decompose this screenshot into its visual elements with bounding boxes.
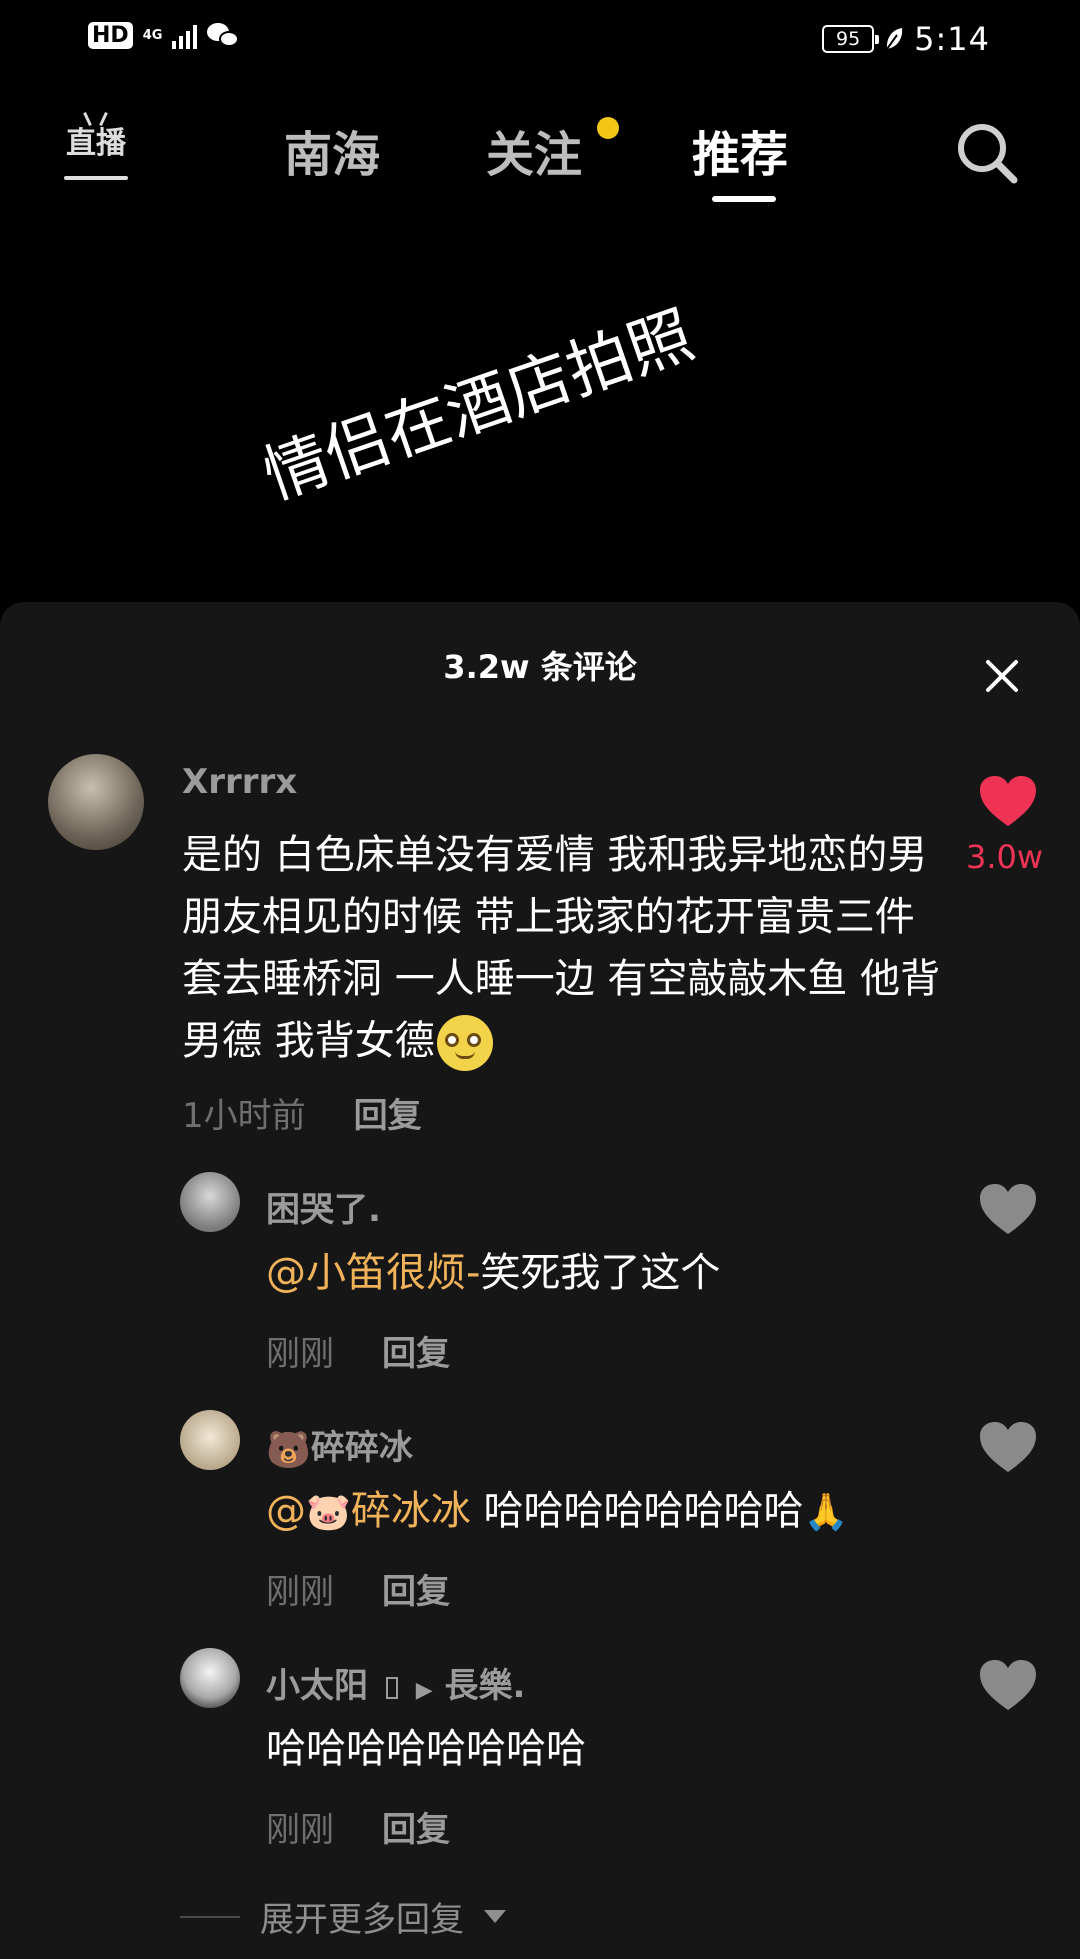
status-left: HD 4G — [88, 22, 241, 49]
avatar[interactable] — [180, 1648, 240, 1708]
comment-meta: 1小时前 回复 — [182, 1088, 422, 1137]
leaf-icon — [886, 28, 903, 50]
bear-emoji: 🐻 — [266, 1429, 311, 1471]
top-nav: 直播 南海 关注 推荐 — [0, 100, 1080, 210]
comment-username[interactable]: Xrrrrx — [182, 762, 297, 802]
reply-time: 刚刚 — [266, 1334, 334, 1374]
comment-text: 是的 白色床单没有爱情 我和我异地恋的男朋友相见的时候 带上我家的花开富贵三件套… — [182, 824, 942, 1072]
expand-label: 展开更多回复 — [260, 1900, 464, 1940]
mention-link[interactable]: @🐷碎冰冰 — [266, 1488, 471, 1534]
reply-username[interactable]: 小太阳 ▶ 長樂. — [266, 1658, 525, 1707]
comment-text-content: 是的 白色床单没有爱情 我和我异地恋的男朋友相见的时候 带上我家的花开富贵三件套… — [182, 832, 941, 1064]
tab-following[interactable]: 关注 — [486, 115, 582, 185]
battery-level: 95 — [836, 28, 861, 50]
avatar[interactable] — [180, 1410, 240, 1470]
reply-username-text: 碎碎冰 — [310, 1428, 413, 1468]
reply-button[interactable]: 回复 — [382, 1334, 450, 1374]
comment-time: 1小时前 — [182, 1096, 306, 1136]
active-tab-indicator — [712, 196, 776, 202]
close-icon[interactable] — [980, 654, 1024, 698]
avatar[interactable] — [48, 754, 144, 850]
reply-text: @🐷碎冰冰 哈哈哈哈哈哈哈哈🙏 — [266, 1480, 848, 1544]
heart-icon[interactable] — [978, 774, 1038, 828]
status-right: 95 5:14 — [822, 20, 990, 58]
unknown-glyph-icon — [385, 1676, 398, 1699]
reply-to-username[interactable]: 長樂. — [444, 1666, 525, 1706]
reply-text: 哈哈哈哈哈哈哈哈 — [266, 1726, 586, 1772]
reply-meta: 刚刚 回复 — [266, 1564, 450, 1613]
mention-link[interactable]: @小笛很烦- — [266, 1250, 480, 1296]
reply-text-content: 哈哈哈哈哈哈哈哈 — [483, 1488, 804, 1534]
mention-prefix: @ — [266, 1488, 306, 1534]
reply-button[interactable]: 回复 — [354, 1096, 422, 1136]
heart-icon[interactable] — [978, 1658, 1038, 1712]
tv-icon-base — [64, 176, 128, 180]
reply-text-content: 笑死我了这个 — [480, 1250, 721, 1296]
heart-icon[interactable] — [978, 1420, 1038, 1474]
notification-dot — [597, 117, 619, 139]
tab-recommended[interactable]: 推荐 — [692, 115, 788, 185]
search-icon[interactable] — [954, 120, 1020, 186]
reply-text: @小笛很烦-笑死我了这个 — [266, 1242, 720, 1304]
network-type: 4G — [142, 28, 163, 43]
live-label: 直播 — [66, 126, 126, 161]
video-caption: 情侣在酒店拍照 — [254, 298, 703, 515]
wechat-icon — [207, 22, 241, 49]
reply-username-text: 小太阳 — [266, 1666, 368, 1706]
live-button[interactable]: 直播 — [62, 112, 130, 184]
expand-more-replies[interactable]: 展开更多回复 — [180, 1892, 506, 1941]
comments-count-title: 3.2w 条评论 — [443, 648, 637, 686]
tab-nanhai[interactable]: 南海 — [284, 115, 380, 185]
clock: 5:14 — [914, 20, 990, 58]
reply-button[interactable]: 回复 — [382, 1810, 450, 1850]
heart-icon[interactable] — [978, 1182, 1038, 1236]
signal-icon — [172, 23, 198, 49]
pray-emoji: 🙏 — [803, 1492, 849, 1533]
reply-username[interactable]: 困哭了. — [266, 1182, 381, 1231]
mention-name: 碎冰冰 — [350, 1488, 471, 1534]
reply-time: 刚刚 — [266, 1810, 334, 1850]
avatar[interactable] — [180, 1172, 240, 1232]
flushed-face-emoji — [436, 1015, 493, 1071]
hd-badge: HD — [88, 22, 133, 49]
reply-button[interactable]: 回复 — [382, 1572, 450, 1612]
status-bar: HD 4G 95 5:14 — [0, 0, 1080, 80]
battery-icon: 95 — [822, 25, 880, 53]
divider-line — [180, 1915, 240, 1918]
reply-time: 刚刚 — [266, 1572, 334, 1612]
chevron-down-icon — [484, 1910, 506, 1923]
reply-username[interactable]: 🐻碎碎冰 — [266, 1420, 413, 1471]
reply-meta: 刚刚 回复 — [266, 1802, 450, 1851]
reply-arrow-icon: ▶ — [415, 1678, 433, 1703]
pig-emoji: 🐷 — [306, 1492, 351, 1533]
like-count: 3.0w — [966, 838, 1044, 876]
comments-panel: 3.2w 条评论 Xrrrrx 是的 白色床单没有爱情 我和我异地恋的男朋友相见… — [0, 602, 1080, 1959]
reply-meta: 刚刚 回复 — [266, 1326, 450, 1375]
